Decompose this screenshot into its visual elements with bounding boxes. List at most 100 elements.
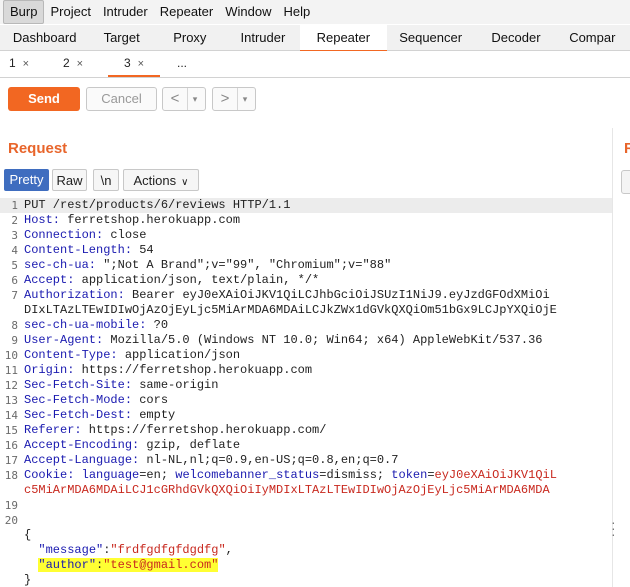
- editor-line[interactable]: 16 Accept-Encoding: gzip, deflate: [0, 438, 612, 453]
- editor-line[interactable]: 2 Host: ferretshop.herokuapp.com: [0, 213, 612, 228]
- editor-line[interactable]: 8 sec-ch-ua-mobile: ?0: [0, 318, 612, 333]
- response-view-tab-clipped[interactable]: [621, 170, 630, 194]
- show-newlines-toggle[interactable]: \n: [93, 169, 119, 191]
- json-key: "author": [38, 558, 97, 572]
- cookie-text: =: [427, 468, 435, 482]
- header-name: User-Agent:: [24, 333, 104, 347]
- back-nav-group: < ▾: [162, 87, 206, 111]
- editor-line[interactable]: c5MiArMDA6MDAiLCJ1cGRhdGVkQXQiOiIyMDIxLT…: [0, 483, 612, 498]
- editor-line[interactable]: 7 Authorization: Bearer eyJ0eXAiOiJKV1QiL…: [0, 288, 612, 303]
- editor-line[interactable]: 19: [0, 498, 612, 513]
- editor-line[interactable]: 10 Content-Type: application/json: [0, 348, 612, 363]
- back-arrow-icon[interactable]: <: [163, 88, 188, 110]
- header-value: ?0: [146, 318, 169, 332]
- line-text: DIxLTAzLTEwIDIwOjAzOjEyLjc5MiArMDA6MDAiL…: [24, 303, 557, 317]
- editor-line[interactable]: {: [0, 528, 612, 543]
- header-name: Connection:: [24, 228, 104, 242]
- editor-line[interactable]: 20: [0, 513, 612, 528]
- tab-dashboard[interactable]: Dashboard: [0, 25, 89, 50]
- menu-repeater[interactable]: Repeater: [154, 1, 219, 23]
- editor-line[interactable]: "message":"frdfgdfgfdgdfg",: [0, 543, 612, 558]
- repeater-tab-label: 2: [62, 56, 70, 70]
- cookie-text: [74, 468, 81, 482]
- editor-line[interactable]: 15 Referer: https://ferretshop.herokuapp.…: [0, 423, 612, 438]
- header-name: Content-Type:: [24, 348, 118, 362]
- editor-line[interactable]: 1 PUT /rest/products/6/reviews HTTP/1.1: [0, 198, 612, 213]
- line-text: Origin: https://ferretshop.herokuapp.com: [24, 363, 312, 378]
- close-icon[interactable]: ×: [138, 58, 144, 70]
- line-text: Cookie: language=en; welcomebanner_statu…: [24, 468, 557, 483]
- line-number: 13: [4, 394, 18, 407]
- close-icon[interactable]: ×: [23, 58, 29, 70]
- line-text: Authorization: Bearer eyJ0eXAiOiJKV1QiLC…: [24, 288, 550, 303]
- line-number: 15: [4, 424, 18, 437]
- editor-line[interactable]: 5 sec-ch-ua: ";Not A Brand";v="99", "Chro…: [0, 258, 612, 273]
- line-text: Host: ferretshop.herokuapp.com: [24, 213, 240, 228]
- menu-burp[interactable]: Burp: [3, 0, 45, 24]
- header-value: 54: [132, 243, 154, 257]
- line-number: 8: [11, 319, 18, 332]
- forward-arrow-icon[interactable]: >: [213, 88, 238, 110]
- back-history-dropdown-icon[interactable]: ▾: [188, 88, 202, 110]
- tab-proxy[interactable]: Proxy: [154, 25, 226, 50]
- repeater-sub-tabs: 1 × 2 × 3 × ...: [0, 51, 630, 78]
- cookie-value: c5MiArMDA6MDAiLCJ1cGRhdGVkQXQiOiIyMDIxLT…: [24, 483, 550, 497]
- tab-comparer[interactable]: Compar: [557, 25, 630, 50]
- tab-sequencer[interactable]: Sequencer: [387, 25, 475, 50]
- header-name: Accept-Language:: [24, 453, 140, 467]
- cookie-text: =en;: [139, 468, 176, 482]
- repeater-tab-3[interactable]: 3 ×: [108, 51, 160, 77]
- editor-line[interactable]: 13 Sec-Fetch-Mode: cors: [0, 393, 612, 408]
- header-name: Sec-Fetch-Site:: [24, 378, 133, 392]
- editor-line[interactable]: 4 Content-Length: 54: [0, 243, 612, 258]
- line-number: 1: [11, 199, 18, 212]
- tab-intruder[interactable]: Intruder: [226, 25, 301, 50]
- forward-nav-group: > ▾: [212, 87, 256, 111]
- cancel-button[interactable]: Cancel: [86, 87, 157, 111]
- editor-line[interactable]: "author":"test@gmail.com": [0, 558, 612, 573]
- json-key: "message": [38, 543, 104, 557]
- repeater-tab-label: 1: [8, 56, 16, 70]
- editor-line[interactable]: 9 User-Agent: Mozilla/5.0 (Windows NT 10.…: [0, 333, 612, 348]
- menu-window[interactable]: Window: [219, 1, 277, 23]
- header-value: nl-NL,nl;q=0.9,en-US;q=0.8,en;q=0.7: [139, 453, 399, 467]
- line-number: 6: [11, 274, 18, 287]
- request-editor[interactable]: 1 PUT /rest/products/6/reviews HTTP/1.1 2 H…: [0, 197, 612, 587]
- header-name: Origin:: [24, 363, 75, 377]
- header-value: same-origin: [132, 378, 219, 392]
- editor-line[interactable]: 6 Accept: application/json, text/plain, *…: [0, 273, 612, 288]
- repeater-tab-1[interactable]: 1 ×: [0, 51, 38, 75]
- send-button[interactable]: Send: [8, 87, 80, 111]
- menu-intruder[interactable]: Intruder: [97, 1, 154, 23]
- editor-line[interactable]: 11 Origin: https://ferretshop.herokuapp.c…: [0, 363, 612, 378]
- close-icon[interactable]: ×: [77, 58, 83, 70]
- new-tab-button[interactable]: ...: [164, 51, 200, 75]
- view-tab-raw[interactable]: Raw: [52, 169, 87, 191]
- tab-target[interactable]: Target: [89, 25, 154, 50]
- line-text: Content-Type: application/json: [24, 348, 240, 363]
- menu-help[interactable]: Help: [277, 1, 316, 23]
- forward-history-dropdown-icon[interactable]: ▾: [238, 88, 252, 110]
- editor-line[interactable]: 3 Connection: close: [0, 228, 612, 243]
- editor-line[interactable]: }: [0, 573, 612, 587]
- repeater-tab-2[interactable]: 2 ×: [54, 51, 92, 75]
- header-name: sec-ch-ua:: [24, 258, 97, 272]
- header-name: Authorization:: [24, 288, 125, 302]
- tab-decoder[interactable]: Decoder: [475, 25, 557, 50]
- tab-repeater[interactable]: Repeater: [300, 25, 387, 52]
- more-options-icon[interactable]: · · ·: [611, 515, 616, 541]
- editor-line[interactable]: 12 Sec-Fetch-Site: same-origin: [0, 378, 612, 393]
- actions-menu-button[interactable]: Actions ∨: [123, 169, 199, 191]
- header-value: application/json: [117, 348, 241, 362]
- editor-line[interactable]: DIxLTAzLTEwIDIwOjAzOjEyLjc5MiArMDA6MDAiL…: [0, 303, 612, 318]
- editor-line[interactable]: 17 Accept-Language: nl-NL,nl;q=0.9,en-US;…: [0, 453, 612, 468]
- editor-line[interactable]: 14 Sec-Fetch-Dest: empty: [0, 408, 612, 423]
- menu-project[interactable]: Project: [44, 1, 96, 23]
- editor-line[interactable]: 18 Cookie: language=en; welcomebanner_sta…: [0, 468, 612, 483]
- header-value: application/json, text/plain, */*: [74, 273, 320, 287]
- header-value: ";Not A Brand";v="99", "Chromium";v="88": [96, 258, 392, 272]
- line-number: 7: [11, 289, 18, 302]
- json-pair: "message":"frdfgdfgfdgdfg": [38, 543, 225, 557]
- view-tab-pretty[interactable]: Pretty: [4, 169, 49, 191]
- line-text: "message":"frdfgdfgfdgdfg",: [24, 543, 232, 558]
